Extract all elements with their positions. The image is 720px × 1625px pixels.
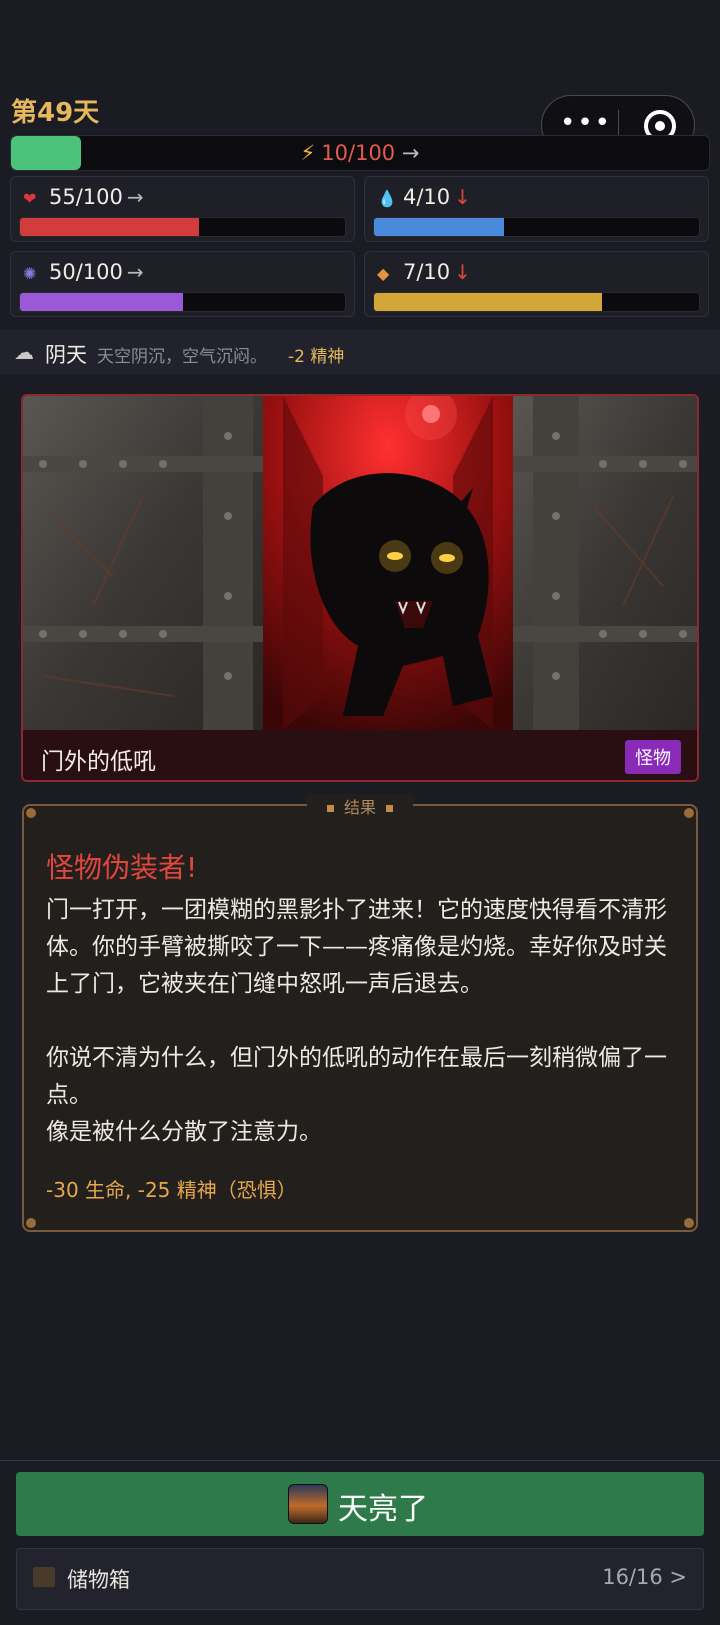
weather-description: 天空阴沉，空气沉闷。 [97, 347, 267, 367]
dawn-button-label: 天亮了 [338, 1492, 428, 1527]
food-trend-arrow: ↓ [454, 260, 471, 284]
stat-water: 💧 4/10 ↓ [364, 176, 709, 242]
mind-value: 50/100 [49, 260, 123, 284]
event-tag-badge: 怪物 [625, 740, 681, 774]
event-card: 门外的低吼 怪物 [21, 394, 699, 782]
stat-food: ◆ 7/10 ↓ [364, 251, 709, 317]
mind-bar [19, 292, 346, 312]
weather-name: 阴天 [45, 343, 87, 367]
cloud-icon: ☁ [14, 340, 34, 364]
result-effects: -30 生命, -25 精神（恐惧） [46, 1178, 297, 1202]
mind-bar-fill [20, 293, 183, 311]
water-bar [373, 217, 700, 237]
event-caption: 门外的低吼 怪物 [23, 730, 697, 780]
food-value: 7/10 [403, 260, 451, 284]
more-icon[interactable]: ••• [560, 108, 612, 138]
result-legend-text: 结果 [343, 798, 376, 817]
chest-icon [33, 1567, 55, 1587]
water-drop-icon: 💧 [377, 189, 397, 208]
result-legend: 结果 [24, 794, 696, 818]
health-trend-arrow: → [126, 185, 144, 209]
water-value: 4/10 [403, 185, 451, 209]
corner-ornament [26, 1218, 36, 1228]
weather-effect: -2 精神 [288, 347, 345, 367]
storage-label: 储物箱 [67, 1568, 130, 1592]
weather-strip: ☁ 阴天 天空阴沉，空气沉闷。 -2 精神 [0, 330, 720, 374]
brain-icon: ✺ [23, 264, 37, 283]
stat-health: ❤ 55/100 → [10, 176, 355, 242]
lightning-icon: ⚡ [300, 141, 316, 165]
day-counter: 第49天 [11, 98, 100, 128]
corner-ornament [684, 1218, 694, 1228]
bottom-divider [0, 1460, 720, 1461]
result-title: 怪物伪装者! [46, 851, 198, 884]
health-bar [19, 217, 346, 237]
energy-bar: ⚡ 10/100 → [10, 135, 710, 171]
storage-button[interactable]: 储物箱 16/16 > [16, 1548, 704, 1610]
stat-mind: ✺ 50/100 → [10, 251, 355, 317]
health-value: 55/100 [49, 185, 123, 209]
event-title: 门外的低吼 [41, 749, 156, 775]
health-bar-fill [20, 218, 199, 236]
energy-value: 10/100 [321, 141, 396, 165]
heart-icon: ❤ [23, 189, 37, 208]
food-bar-fill [374, 293, 602, 311]
water-bar-fill [374, 218, 504, 236]
water-trend-arrow: ↓ [454, 185, 471, 209]
wolf-at-door-illustration [23, 396, 697, 730]
dawn-button[interactable]: 天亮了 [16, 1472, 704, 1536]
result-panel: 结果 怪物伪装者! 门一打开，一团模糊的黑影扑了进来！它的速度快得看不清形体。你… [22, 794, 698, 1232]
bread-icon: ◆ [377, 264, 390, 283]
sunrise-icon [288, 1484, 328, 1524]
energy-trend-arrow: → [401, 141, 420, 165]
food-bar [373, 292, 700, 312]
energy-label: ⚡ 10/100 → [11, 141, 709, 165]
result-body: 门一打开，一团模糊的黑影扑了进来！它的速度快得看不清形体。你的手臂被撕咬了一下—… [46, 897, 667, 1145]
mind-trend-arrow: → [126, 260, 144, 284]
storage-count: 16/16 > [602, 1565, 687, 1589]
